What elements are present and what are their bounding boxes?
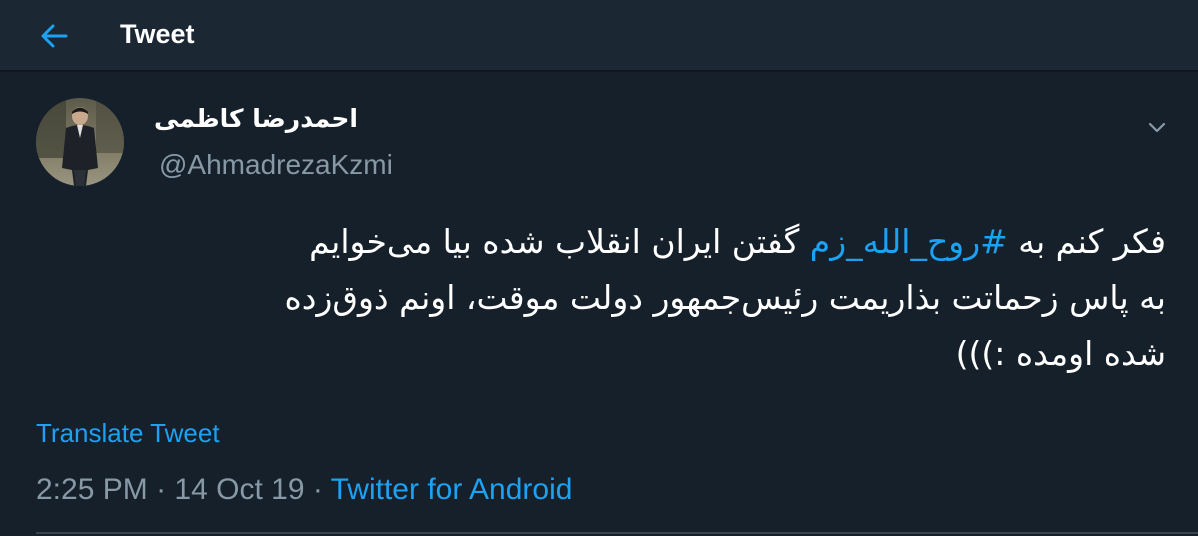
tweet-text-line-2: به پاس زحماتت بذاریمت رئیس‌جمهور دولت مو… <box>284 278 1166 317</box>
tweet-date: 14 Oct 19 <box>174 473 305 506</box>
chevron-down-icon <box>1148 122 1166 133</box>
tweet-text: فکر کنم به #روح_الله_زم گفتن ایران انقلا… <box>36 214 1166 382</box>
tweet-text-line-1: فکر کنم به #روح_الله_زم گفتن ایران انقلا… <box>36 214 1166 270</box>
tweet-source-link[interactable]: Twitter for Android <box>331 473 573 506</box>
tweet-text-segment: فکر کنم به <box>1007 222 1166 261</box>
author-display-name[interactable]: احمدرضا کاظمی <box>154 102 358 136</box>
tweet-menu-button[interactable] <box>1140 112 1174 142</box>
translate-tweet-link[interactable]: Translate Tweet <box>36 416 220 450</box>
tweet-time: 2:25 PM <box>36 473 148 506</box>
tweet-metadata: 2:25 PM · 14 Oct 19 · Twitter for Androi… <box>36 470 572 510</box>
separator: · <box>156 473 167 506</box>
avatar[interactable] <box>36 98 124 186</box>
arrow-left-icon <box>41 24 68 48</box>
divider <box>36 532 1198 534</box>
tweet-text-line-3: شده اومده :))) <box>955 334 1166 373</box>
author-handle[interactable]: @AhmadrezaKzmi <box>159 147 393 183</box>
tweet-text-segment: گفتن ایران انقلاب شده بیا می‌خوایم <box>309 222 810 261</box>
hashtag-link[interactable]: #روح_الله_زم <box>810 222 1008 261</box>
page-title: Tweet <box>120 19 195 49</box>
user-avatar-icon <box>36 98 124 186</box>
separator: · <box>312 473 323 506</box>
top-app-bar: Tweet <box>0 0 1198 72</box>
back-button[interactable] <box>34 16 74 56</box>
